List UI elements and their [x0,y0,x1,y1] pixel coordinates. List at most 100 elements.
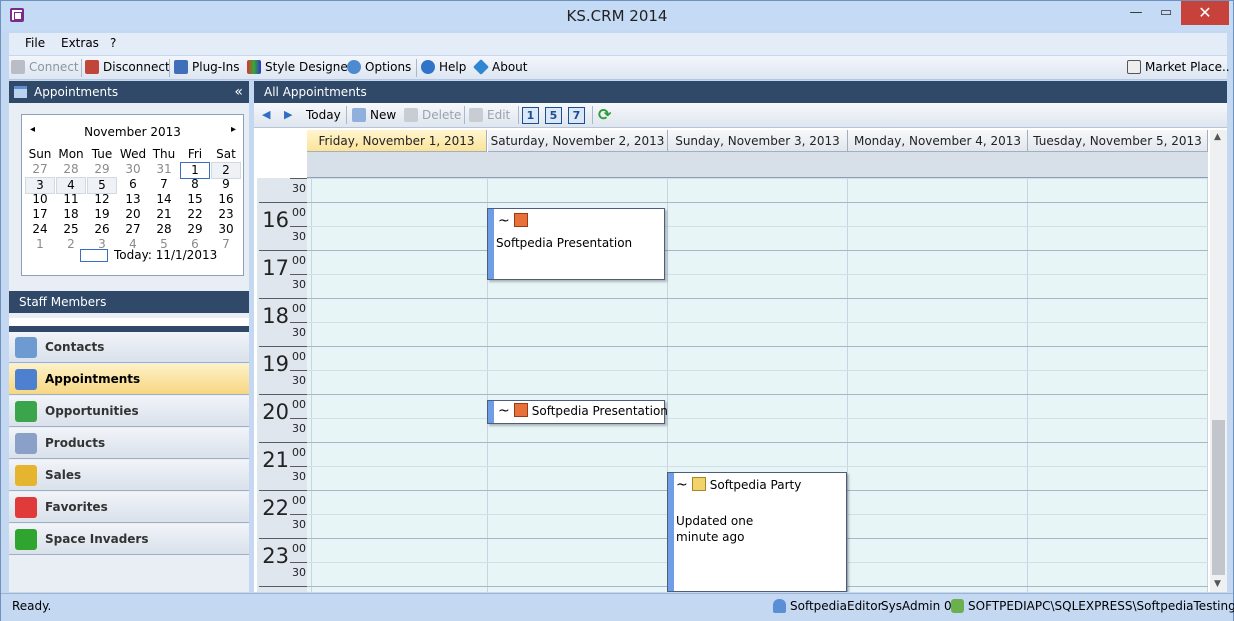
staff-members-header[interactable]: Staff Members [9,291,249,313]
toolbar-separator [346,106,347,124]
edit-label: Edit [487,108,511,122]
nav-item-contacts[interactable]: Contacts [9,332,249,363]
options-button[interactable]: Options [347,60,411,74]
staff-members-list[interactable] [9,318,249,326]
vertical-scrollbar[interactable]: ▲ ▼ [1210,130,1227,592]
calendar-day[interactable]: 19 [87,207,117,222]
day-header[interactable]: Sunday, November 3, 2013 [668,130,848,152]
day-header[interactable]: Tuesday, November 5, 2013 [1028,130,1208,152]
minute-label: 00 [292,302,306,315]
next-period-button[interactable]: ▶ [284,108,292,121]
market-place-button[interactable]: Market Place.. [1127,60,1230,74]
nav-item-label: Space Invaders [45,532,149,546]
calendar-day[interactable]: 15 [180,192,210,207]
workweek-view-button[interactable]: 5 [545,107,562,124]
calendar-day[interactable]: 22 [180,207,210,222]
calendar-day[interactable]: 11 [56,192,86,207]
day-header[interactable]: Monday, November 4, 2013 [848,130,1028,152]
calendar-day[interactable]: 29 [180,222,210,237]
nav-item-products[interactable]: Products [9,428,249,459]
calendar-day[interactable]: 8 [180,177,210,192]
today-swatch [80,249,108,262]
sidebar: Appointments « ◂ November 2013 ▸ Sun Mon T… [9,81,249,592]
menu-extras[interactable]: Extras [61,36,99,50]
all-day-area[interactable] [307,152,1208,178]
delete-appointment-button[interactable]: Delete [404,108,461,122]
day-header[interactable]: Saturday, November 2, 2013 [488,130,668,152]
day-header[interactable]: Friday, November 1, 2013 [307,130,487,152]
calendar-day[interactable]: 28 [149,222,179,237]
weekday-label: Mon [58,147,84,161]
nav-item-appointments[interactable]: Appointments [9,364,249,395]
nav-item-favorites[interactable]: Favorites [9,492,249,523]
calendar-day[interactable]: 16 [211,192,241,207]
calendar-day[interactable]: 27 [118,222,148,237]
style-designer-button[interactable]: Style Designer [247,60,353,74]
calendar-day[interactable]: 6 [118,177,148,192]
appointment-status-bar [488,401,494,423]
calendar-day[interactable]: 12 [87,192,117,207]
calendar-day[interactable]: 29 [87,162,117,177]
about-button[interactable]: About [473,59,527,75]
today-button[interactable]: Today [306,108,341,122]
calendar-next-button[interactable]: ▸ [231,124,236,135]
day-view-button[interactable]: 1 [522,107,539,124]
calendar-day[interactable]: 24 [25,222,55,237]
appointment-card[interactable]: ~ Softpedia Presentation [487,400,668,424]
time-grid[interactable]: ~ Softpedia Presentation ~ Softpedia Pres… [307,178,1208,592]
calendar-day[interactable]: 18 [56,207,86,222]
appointment-card[interactable]: ~ Softpedia Presentation [487,208,665,280]
collapse-icon[interactable]: « [234,81,243,103]
menu-file[interactable]: File [25,36,45,50]
calendar-day[interactable]: 9 [211,177,241,192]
plugins-button[interactable]: Plug-Ins [174,60,240,74]
connect-button[interactable]: Connect [11,60,79,74]
calendar-day[interactable]: 30 [118,162,148,177]
close-button[interactable]: ✕ [1181,1,1229,25]
minute-label: 30 [292,230,306,243]
scroll-down-icon[interactable]: ▼ [1214,579,1221,589]
scroll-up-icon[interactable]: ▲ [1214,132,1221,142]
nav-item-space-invaders[interactable]: Space Invaders [9,524,249,555]
calendar-icon [15,369,37,390]
new-appointment-button[interactable]: New [352,108,396,122]
calendar-day[interactable]: 1 [25,237,55,252]
today-link[interactable]: Today: 11/1/2013 [114,248,217,262]
nav-item-label: Products [45,436,106,450]
calendar-day[interactable]: 14 [149,192,179,207]
refresh-icon[interactable]: ⟳ [598,105,611,124]
delete-icon [404,108,418,122]
week-view-button[interactable]: 7 [568,107,585,124]
month-calendar[interactable]: ◂ November 2013 ▸ Sun Mon Tue Wed Thu Fri Sat … [21,114,244,276]
nav-item-label: Sales [45,468,82,482]
tag-icon [15,433,37,454]
calendar-day[interactable]: 28 [56,162,86,177]
scrollbar-thumb[interactable] [1212,420,1225,575]
hour-label: 19 [262,352,289,376]
prev-period-button[interactable]: ◀ [262,108,270,121]
menu-help[interactable]: ? [110,36,116,50]
edit-appointment-button[interactable]: Edit [469,108,510,122]
nav-item-sales[interactable]: Sales [9,460,249,491]
calendar-day[interactable]: 20 [118,207,148,222]
toolbar-separator [464,106,465,124]
calendar-day[interactable]: 31 [149,162,179,177]
title-bar[interactable]: KS.CRM 2014 — ▭ ✕ [1,1,1233,31]
calendar-day[interactable]: 26 [87,222,117,237]
calendar-day[interactable]: 7 [149,177,179,192]
calendar-day[interactable]: 17 [25,207,55,222]
calendar-day[interactable]: 10 [25,192,55,207]
appointment-card[interactable]: ~ Softpedia Party Updated one minute ago [667,472,847,592]
nav-item-opportunities[interactable]: Opportunities [9,396,249,427]
calendar-day[interactable]: 21 [149,207,179,222]
appointment-header: ~ Softpedia Presentation [498,403,668,419]
calendar-day[interactable]: 25 [56,222,86,237]
disconnect-button[interactable]: Disconnect [85,60,170,74]
help-button[interactable]: Help [421,60,466,74]
calendar-day[interactable]: 30 [211,222,241,237]
half-hour-tick [290,466,307,467]
calendar-day[interactable]: 23 [211,207,241,222]
calendar-day[interactable]: 13 [118,192,148,207]
calendar-day[interactable]: 27 [25,162,55,177]
calendar-icon [14,86,27,98]
